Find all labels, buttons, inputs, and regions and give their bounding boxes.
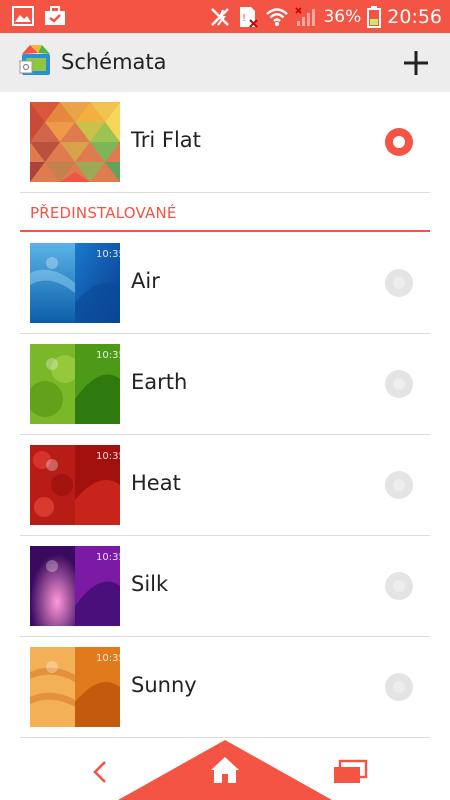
current-theme-row[interactable]: Tri Flat bbox=[20, 92, 430, 193]
theme-name: Sunny bbox=[131, 673, 197, 697]
signal-icon bbox=[295, 6, 316, 26]
theme-radio-sunny[interactable] bbox=[385, 673, 413, 701]
status-system: ! 36% 20:56 bbox=[209, 0, 442, 33]
wifi-icon bbox=[266, 7, 289, 26]
section-header-preinstalled: PŘEDINSTALOVANÉ bbox=[20, 192, 430, 232]
theme-row-silk[interactable]: 10:35 Silk bbox=[20, 536, 430, 637]
briefcase-check-icon bbox=[45, 6, 65, 25]
thumbnail-clock-air: 10:35 bbox=[96, 249, 125, 260]
clock: 20:56 bbox=[387, 5, 442, 28]
plus-icon bbox=[404, 51, 428, 75]
theme-thumbnail-tri-flat bbox=[30, 102, 120, 182]
theme-radio-air[interactable] bbox=[385, 269, 413, 297]
thumbnail-clock-earth: 10:35 bbox=[96, 350, 125, 361]
battery-icon bbox=[367, 5, 382, 28]
theme-row-sunny[interactable]: 10:35 Sunny bbox=[20, 637, 430, 738]
recent-apps-icon bbox=[334, 759, 368, 783]
navigation-bar bbox=[0, 740, 450, 800]
back-icon bbox=[93, 761, 106, 783]
page-title: Schémata bbox=[61, 50, 167, 74]
action-bar: Schémata bbox=[0, 33, 450, 92]
theme-name: Earth bbox=[131, 370, 188, 394]
battery-percent: 36% bbox=[323, 6, 362, 27]
theme-name: Heat bbox=[131, 471, 181, 495]
theme-row-air[interactable]: 10:35 Air bbox=[20, 233, 430, 334]
thumbnail-clock-heat: 10:35 bbox=[96, 451, 125, 462]
theme-name: Air bbox=[131, 269, 160, 293]
svg-text:!: ! bbox=[242, 13, 246, 24]
theme-radio-selected[interactable] bbox=[385, 128, 413, 156]
status-bar: ! 36% 20:56 bbox=[0, 0, 450, 33]
status-notifications bbox=[12, 6, 66, 26]
thumbnail-clock-silk: 10:35 bbox=[96, 552, 125, 563]
gallery-icon bbox=[12, 6, 34, 26]
thumbnail-clock-sunny: 10:35 bbox=[96, 653, 125, 664]
section-title: PŘEDINSTALOVANÉ bbox=[30, 204, 177, 222]
add-theme-button[interactable] bbox=[396, 43, 436, 83]
theme-row-heat[interactable]: 10:35 Heat bbox=[20, 435, 430, 536]
theme-radio-heat[interactable] bbox=[385, 471, 413, 499]
recent-apps-button[interactable] bbox=[332, 758, 368, 786]
theme-name: Silk bbox=[131, 572, 169, 596]
sim-missing-icon: ! bbox=[240, 6, 259, 28]
theme-radio-earth[interactable] bbox=[385, 370, 413, 398]
theme-row-earth[interactable]: 10:35 Earth bbox=[20, 334, 430, 435]
home-button[interactable] bbox=[118, 740, 332, 800]
themes-app-icon[interactable] bbox=[18, 42, 54, 78]
nfc-off-icon bbox=[211, 7, 230, 26]
back-button[interactable] bbox=[86, 758, 114, 786]
theme-radio-silk[interactable] bbox=[385, 572, 413, 600]
theme-name: Tri Flat bbox=[131, 128, 201, 152]
